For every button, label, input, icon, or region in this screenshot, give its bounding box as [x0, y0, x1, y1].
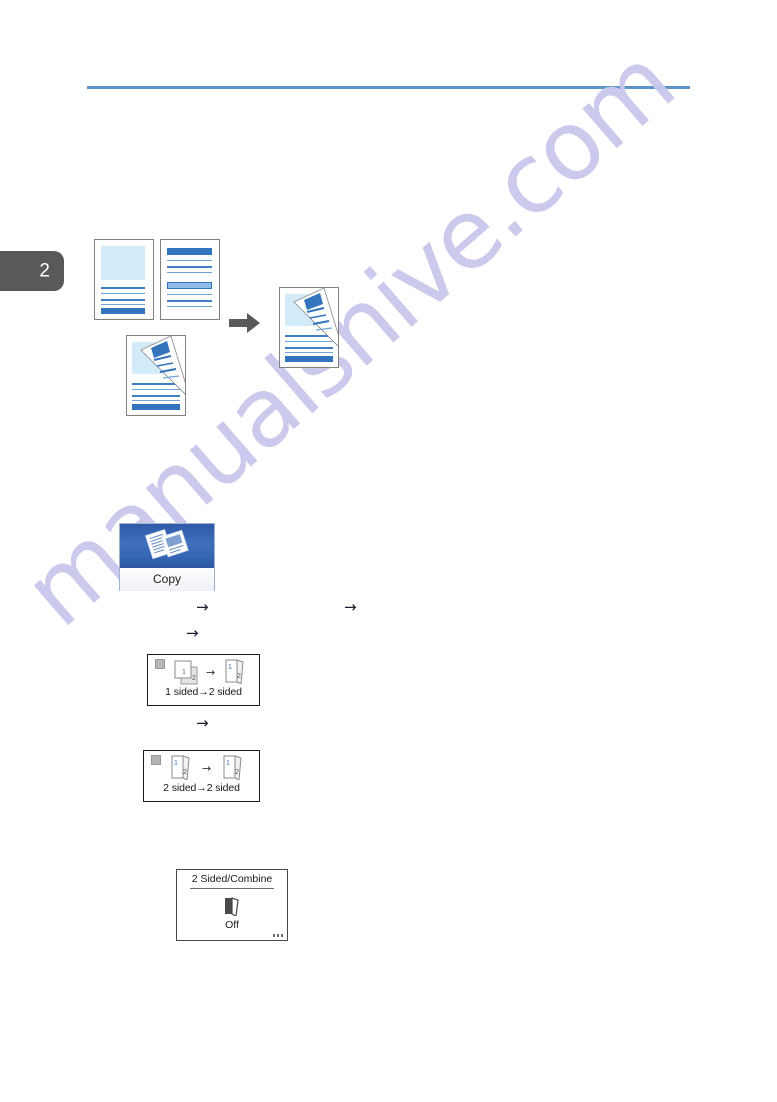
svg-text:1: 1 [182, 669, 186, 676]
option-transform-arrow: → [202, 762, 212, 775]
svg-text:2: 2 [183, 769, 187, 776]
page-line [167, 294, 212, 295]
copy-documents-icon [144, 527, 190, 566]
option-checkbox[interactable] [151, 755, 161, 765]
manual-page: manualshive.com 2 Copy → → → → 2 1 → 1 2… [0, 0, 777, 1102]
step-arrow-1: → [196, 598, 209, 616]
copy-button-icon-area [120, 524, 214, 568]
step-arrow-3: → [186, 624, 199, 642]
page-heading-bar [167, 248, 212, 255]
screen-panel-title-underline [190, 887, 274, 889]
page-image-block [101, 246, 145, 280]
option-1-sided-to-2-sided[interactable]: 2 1 → 1 2 1 sided→2 sided [147, 654, 260, 706]
screen-panel-2-sided-combine[interactable]: 2 Sided/Combine Off [176, 869, 288, 941]
svg-text:1: 1 [226, 760, 230, 767]
page-line [101, 308, 145, 314]
page-line [167, 300, 212, 302]
option-checkbox[interactable] [155, 659, 165, 669]
header-divider [87, 86, 690, 89]
page-line [167, 260, 212, 261]
screen-panel-title: 2 Sided/Combine [191, 873, 273, 885]
folded-corner [280, 288, 338, 367]
svg-text:2: 2 [237, 673, 241, 680]
original-page-2 [160, 239, 220, 320]
option-icons: 2 1 → 1 2 [148, 655, 259, 686]
page-line [167, 272, 212, 273]
two-sided-folded-icon: 1 2 [222, 754, 244, 785]
svg-text:1: 1 [228, 664, 232, 671]
screen-panel-status: Off [225, 918, 239, 931]
page-line [167, 266, 212, 268]
one-sided-stack-icon: 2 1 [173, 659, 203, 690]
svg-text:1: 1 [174, 760, 178, 767]
chapter-tab: 2 [0, 251, 64, 291]
folded-corner [127, 336, 185, 415]
page-outline-bar [167, 282, 212, 289]
page-line [101, 304, 145, 305]
screen-panel-icon-area [177, 896, 287, 917]
two-sided-folded-icon: 1 2 [170, 754, 192, 785]
duplex-sheet-icon [224, 896, 240, 920]
copy-button-label: Copy [120, 568, 214, 591]
chapter-number: 2 [39, 260, 50, 282]
svg-text:2: 2 [235, 769, 239, 776]
step-arrow-4: → [196, 714, 209, 732]
duplex-original [126, 335, 186, 416]
process-arrow-icon [229, 312, 261, 334]
page-line [101, 287, 145, 289]
option-icons: 1 2 → 1 2 [144, 751, 259, 782]
copy-button[interactable]: Copy [119, 523, 215, 591]
duplex-result [279, 287, 339, 368]
page-line [101, 293, 145, 294]
step-arrow-2: → [344, 598, 357, 616]
duplex-copy-illustration [86, 230, 386, 430]
page-line [101, 299, 145, 301]
screen-panel-overflow-dots[interactable] [273, 934, 283, 937]
original-page-1 [94, 239, 154, 320]
two-sided-folded-icon: 1 2 [224, 658, 246, 689]
page-line [167, 306, 212, 307]
svg-text:2: 2 [192, 675, 196, 682]
option-transform-arrow: → [206, 666, 216, 679]
option-2-sided-to-2-sided[interactable]: 1 2 → 1 2 2 sided→2 sided [143, 750, 260, 802]
